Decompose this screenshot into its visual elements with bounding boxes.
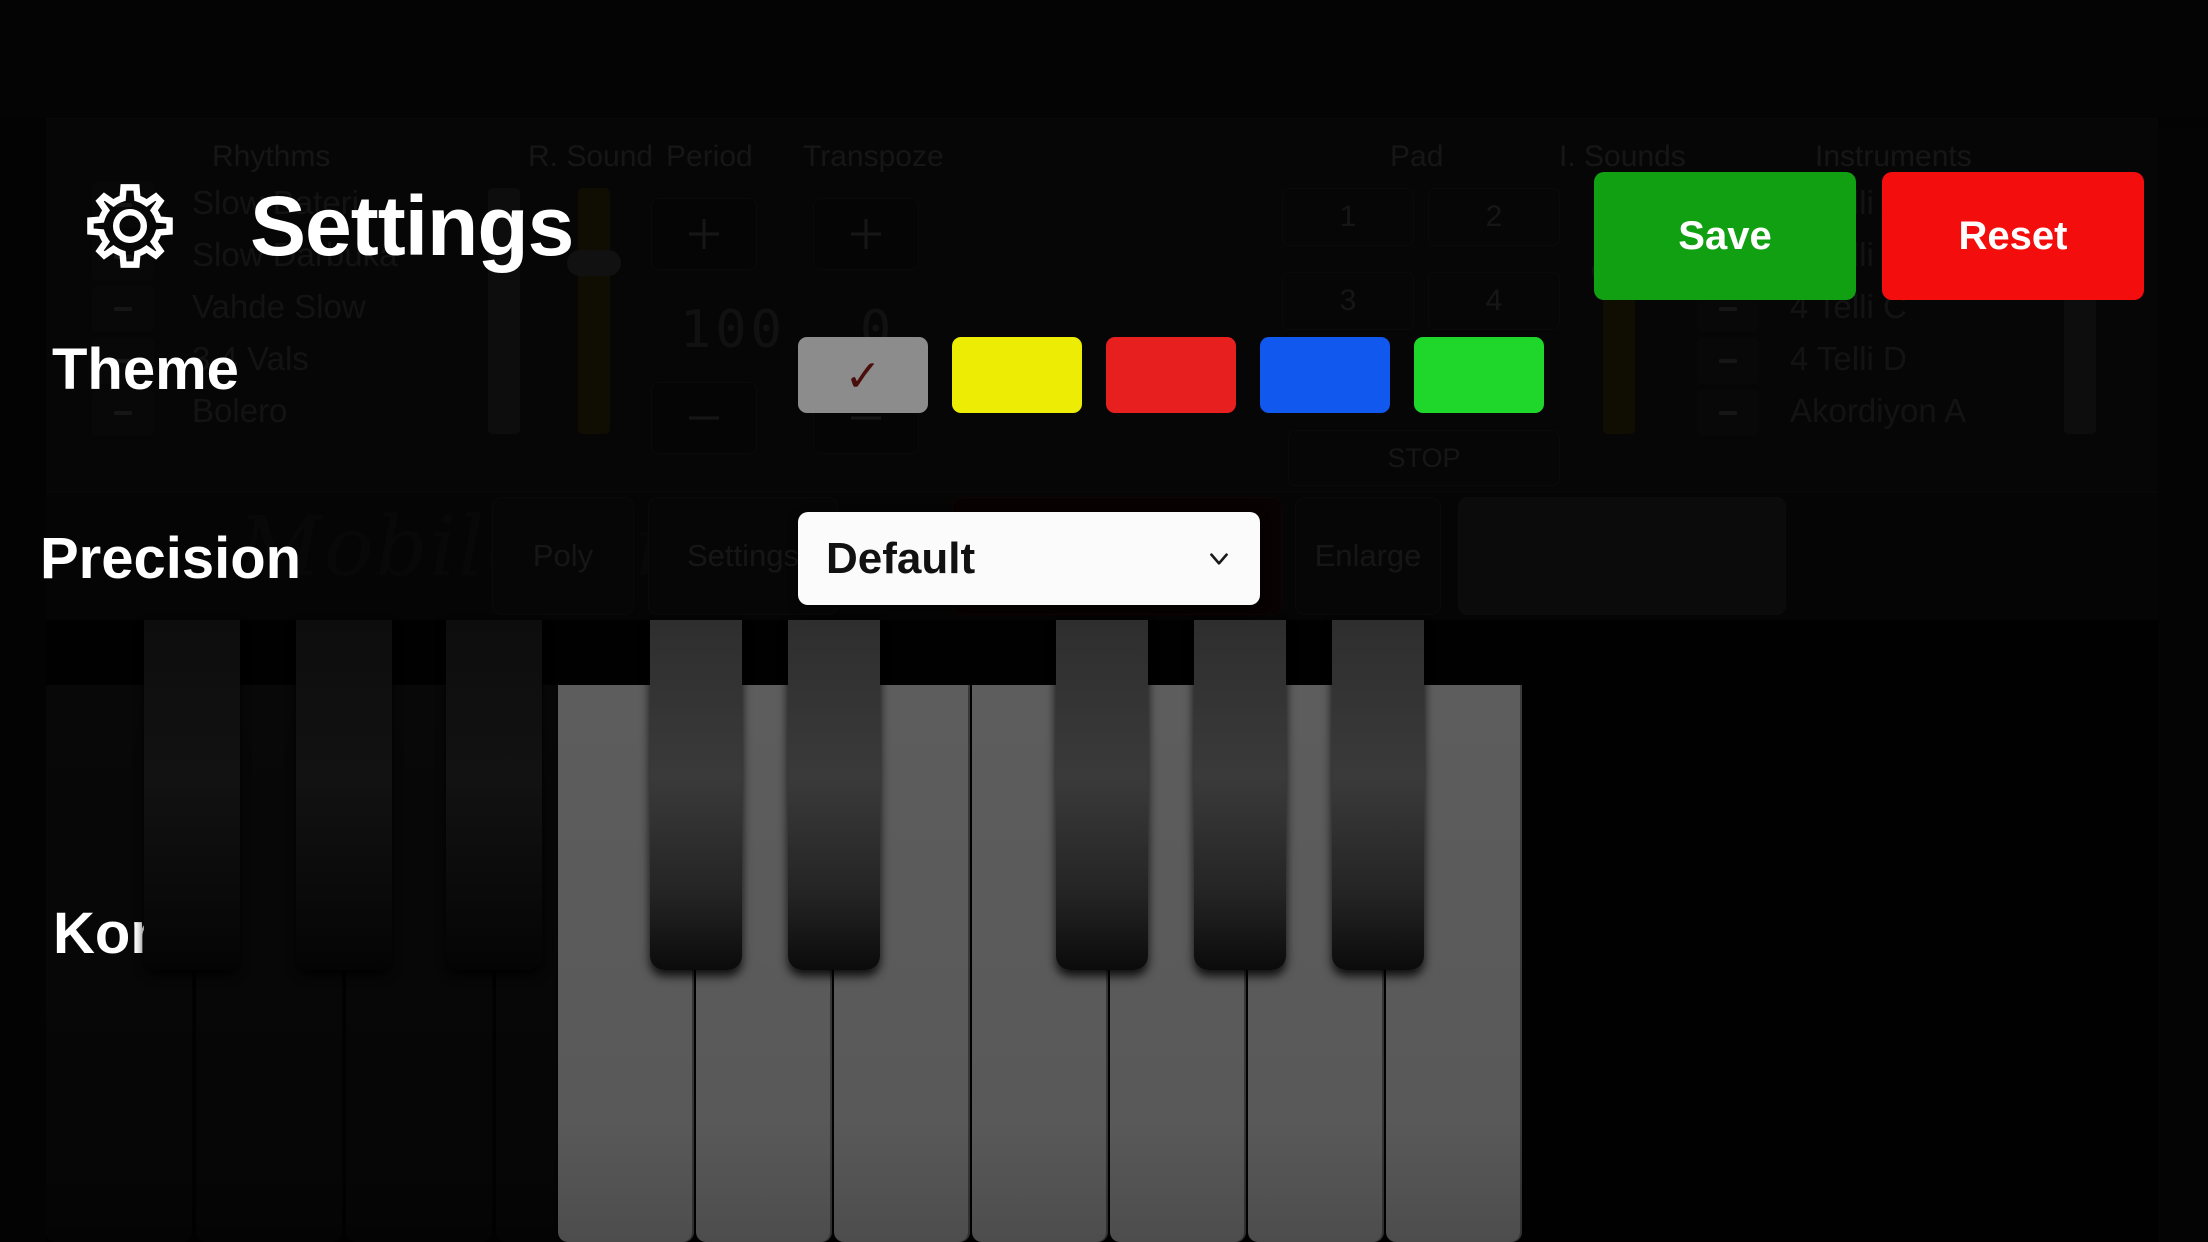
theme-swatch-yellow[interactable] — [952, 337, 1082, 413]
save-button[interactable]: Save — [1594, 172, 1856, 300]
theme-label: Theme — [52, 337, 239, 402]
theme-swatch-green[interactable] — [1414, 337, 1544, 413]
theme-swatch-group: ✓ — [798, 337, 1544, 413]
piano-black-key[interactable] — [296, 620, 392, 970]
piano-black-key[interactable] — [1332, 620, 1424, 970]
piano-black-key[interactable] — [144, 620, 240, 970]
precision-selected-value: Default — [826, 533, 976, 583]
gear-icon — [87, 184, 173, 268]
piano-black-key[interactable] — [650, 620, 742, 970]
app-screen: Rhythms R. Sound Period Transpoze Pad I.… — [0, 0, 2208, 1242]
theme-swatch-red[interactable] — [1106, 337, 1236, 413]
check-icon: ✓ — [844, 351, 882, 401]
piano-black-key[interactable] — [788, 620, 880, 970]
chevron-down-icon — [1210, 552, 1228, 565]
page-title: Settings — [250, 179, 574, 273]
piano-black-key[interactable] — [1056, 620, 1148, 970]
piano-black-key[interactable] — [1194, 620, 1286, 970]
theme-swatch-gray[interactable]: ✓ — [798, 337, 928, 413]
reset-button[interactable]: Reset — [1882, 172, 2144, 300]
precision-label: Precision — [40, 526, 302, 591]
precision-select[interactable]: Default — [798, 512, 1260, 605]
theme-swatch-blue[interactable] — [1260, 337, 1390, 413]
piano-black-key[interactable] — [446, 620, 542, 970]
